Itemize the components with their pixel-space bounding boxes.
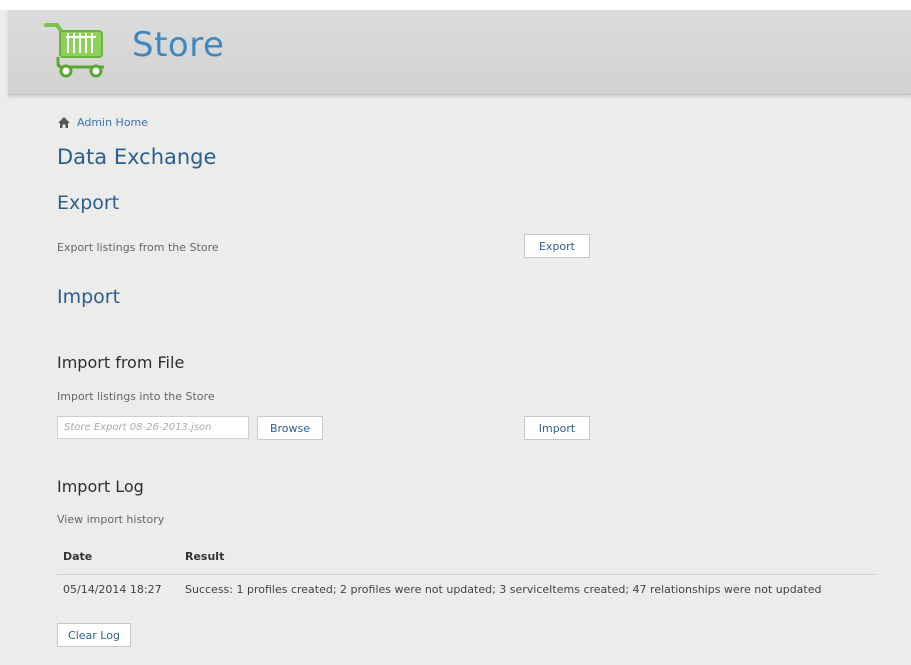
- export-description: Export listings from the Store: [57, 241, 219, 254]
- import-log-table: Date Result 05/14/2014 18:27 Success: 1 …: [57, 546, 875, 604]
- import-description: Import listings into the Store: [57, 390, 215, 403]
- top-band: [0, 0, 911, 10]
- app-header: Store: [8, 10, 911, 95]
- column-header-date: Date: [57, 546, 179, 575]
- import-button[interactable]: Import: [524, 416, 590, 440]
- admin-home-link[interactable]: Admin Home: [77, 116, 148, 129]
- export-heading: Export: [57, 192, 120, 214]
- page-title: Data Exchange: [57, 145, 217, 169]
- table-header-row: Date Result: [57, 546, 875, 575]
- import-from-file-heading: Import from File: [57, 353, 185, 372]
- home-icon: [58, 116, 70, 128]
- brand-title: Store: [132, 25, 225, 65]
- export-button[interactable]: Export: [524, 234, 590, 258]
- clear-log-button[interactable]: Clear Log: [57, 623, 131, 647]
- breadcrumb: Admin Home: [57, 114, 148, 130]
- browse-button[interactable]: Browse: [257, 416, 323, 440]
- import-file-input[interactable]: [57, 416, 249, 439]
- import-log-description: View import history: [57, 513, 165, 526]
- log-result-cell: Success: 1 profiles created; 2 profiles …: [185, 583, 822, 596]
- log-date-cell: 05/14/2014 18:27: [63, 583, 162, 596]
- table-row: 05/14/2014 18:27 Success: 1 profiles cre…: [57, 575, 875, 605]
- import-log-heading: Import Log: [57, 477, 144, 496]
- import-heading: Import: [57, 286, 121, 308]
- shopping-cart-icon: [44, 23, 104, 78]
- column-header-result: Result: [179, 546, 875, 575]
